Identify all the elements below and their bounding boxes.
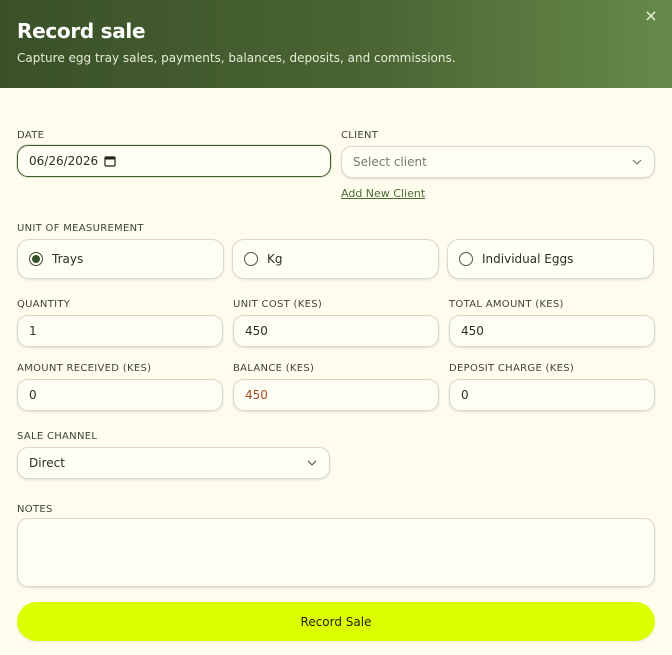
sale-channel-value: Direct <box>29 456 65 470</box>
client-placeholder: Select client <box>353 155 427 169</box>
unit-option-label: Individual Eggs <box>482 252 574 266</box>
unit-option-individual-eggs[interactable]: Individual Eggs <box>447 239 654 279</box>
date-input[interactable]: 06/26/2026 <box>17 145 331 177</box>
unit-option-label: Kg <box>267 252 283 266</box>
unit-option-kg[interactable]: Kg <box>232 239 439 279</box>
unit-cost-input[interactable]: 450 <box>233 315 439 347</box>
notes-label: NOTES <box>17 504 53 515</box>
balance-label: BALANCE (KES) <box>233 363 315 374</box>
unit-option-label: Trays <box>52 252 84 266</box>
modal-title: Record sale <box>17 19 146 43</box>
unit-cost-label: UNIT COST (KES) <box>233 299 323 310</box>
close-icon[interactable]: × <box>640 5 662 27</box>
unit-option-trays[interactable]: Trays <box>17 239 224 279</box>
record-sale-button[interactable]: Record Sale <box>17 602 655 641</box>
quantity-input[interactable]: 1 <box>17 315 223 347</box>
amount-received-value: 0 <box>29 388 37 402</box>
modal-subtitle: Capture egg tray sales, payments, balanc… <box>17 51 456 65</box>
client-select[interactable]: Select client <box>341 146 655 178</box>
unit-cost-value: 450 <box>245 324 268 338</box>
balance-input: 450 <box>233 379 439 411</box>
balance-value: 450 <box>245 388 268 402</box>
add-new-client-link[interactable]: Add New Client <box>341 187 425 200</box>
sale-channel-select[interactable]: Direct <box>17 447 330 479</box>
deposit-charge-label: DEPOSIT CHARGE (KES) <box>449 363 575 374</box>
quantity-value: 1 <box>29 324 37 338</box>
modal-header: Record sale Capture egg tray sales, paym… <box>0 0 672 88</box>
calendar-icon[interactable] <box>104 155 116 167</box>
amount-received-input[interactable]: 0 <box>17 379 223 411</box>
total-amount-label: TOTAL AMOUNT (KES) <box>449 299 564 310</box>
chevron-down-icon <box>307 460 317 466</box>
total-amount-input[interactable]: 450 <box>449 315 655 347</box>
chevron-down-icon <box>632 159 642 165</box>
date-value: 06/26/2026 <box>29 154 99 168</box>
total-amount-value: 450 <box>461 324 484 338</box>
deposit-charge-input[interactable]: 0 <box>449 379 655 411</box>
radio-unchecked-icon[interactable] <box>459 252 473 266</box>
amount-received-label: AMOUNT RECEIVED (KES) <box>17 363 152 374</box>
sale-channel-label: SALE CHANNEL <box>17 431 98 442</box>
radio-checked-icon[interactable] <box>29 252 43 266</box>
radio-unchecked-icon[interactable] <box>244 252 258 266</box>
date-label: DATE <box>17 130 45 141</box>
notes-textarea[interactable] <box>17 518 655 587</box>
unit-label: UNIT OF MEASUREMENT <box>17 223 144 234</box>
quantity-label: QUANTITY <box>17 299 71 310</box>
deposit-charge-value: 0 <box>461 388 469 402</box>
client-label: CLIENT <box>341 130 379 141</box>
